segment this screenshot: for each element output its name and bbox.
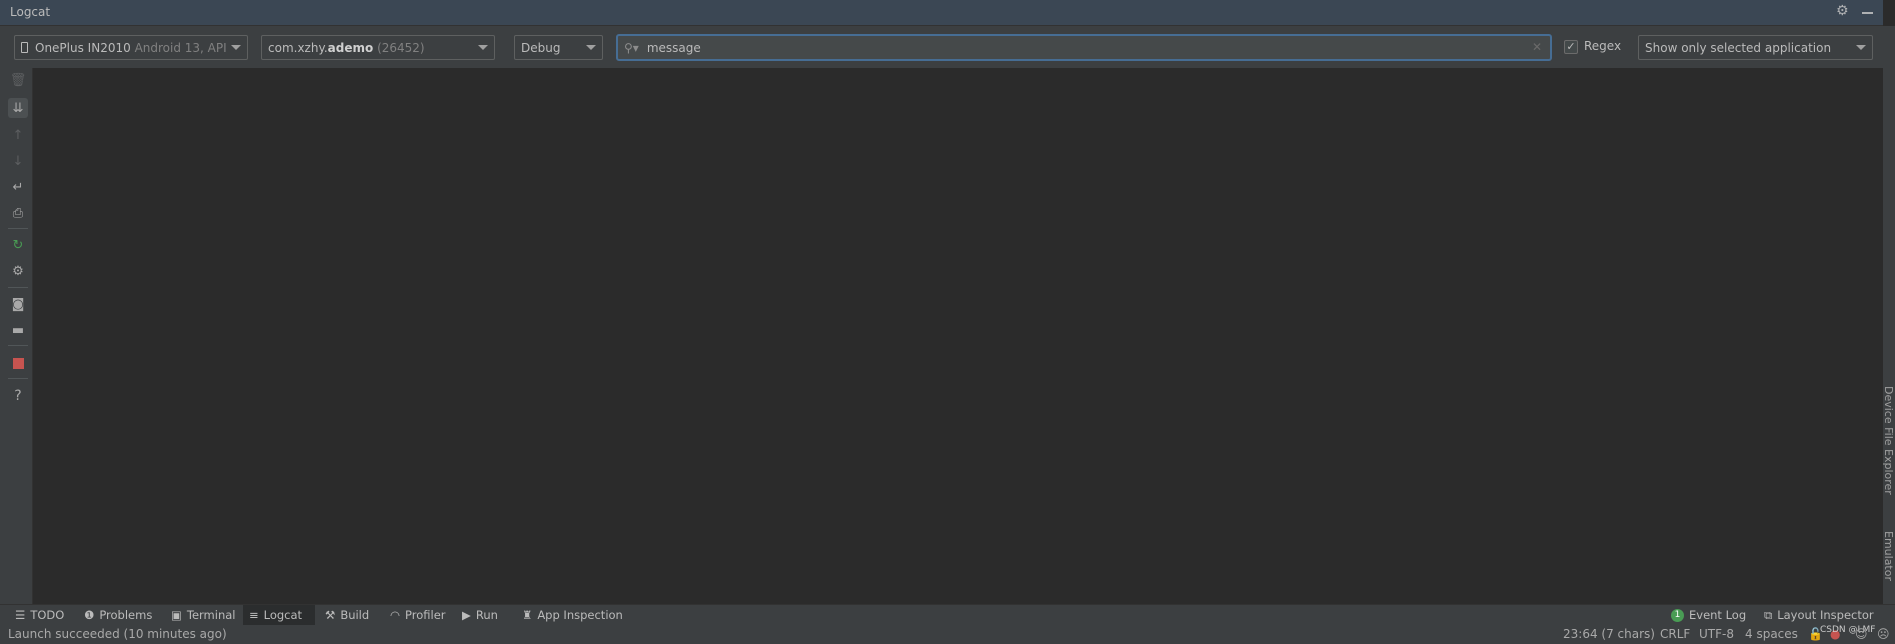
sad-face-icon[interactable]: ☹ bbox=[1877, 627, 1890, 641]
tab-todo[interactable]: ☰ TODO bbox=[9, 605, 70, 625]
layout-inspector-icon: ⧉ bbox=[1764, 607, 1773, 622]
tab-terminal[interactable]: ▣ Terminal bbox=[165, 605, 241, 625]
status-message[interactable]: Launch succeeded (10 minutes ago) bbox=[8, 627, 227, 641]
logcat-icon: ≡ bbox=[249, 608, 259, 622]
tab-label: Terminal bbox=[186, 608, 236, 622]
gear-icon[interactable]: ⚙ bbox=[1836, 3, 1849, 19]
search-field[interactable]: ⚲▾ ✕ bbox=[616, 34, 1552, 61]
filter-value: Show only selected application bbox=[1645, 40, 1832, 55]
chevron-down-icon bbox=[231, 45, 241, 50]
sidebar-item-emulator[interactable]: Emulator bbox=[1882, 531, 1895, 581]
arrow-up-icon[interactable]: ↑ bbox=[8, 125, 28, 145]
tab-problems[interactable]: ❶ Problems bbox=[78, 605, 158, 625]
tab-layout-inspector[interactable]: ⧉ Layout Inspector bbox=[1758, 605, 1880, 625]
process-selector[interactable]: com.xzhy. ademo (26452) bbox=[261, 35, 495, 60]
phone-icon bbox=[21, 42, 28, 53]
soft-wrap-icon[interactable]: ↵ bbox=[8, 177, 28, 197]
tab-label: Run bbox=[475, 608, 498, 622]
clear-icon[interactable]: ✕ bbox=[1532, 40, 1542, 54]
tab-label: Profiler bbox=[405, 608, 446, 622]
settings-icon[interactable]: ⚙ bbox=[8, 261, 28, 281]
device-name: OnePlus IN2010 bbox=[35, 40, 131, 55]
event-count-badge: 1 bbox=[1671, 608, 1684, 622]
terminal-icon: ▣ bbox=[171, 608, 182, 622]
minimize-icon[interactable] bbox=[1862, 12, 1873, 14]
tab-label: TODO bbox=[30, 608, 65, 622]
screenshot-icon[interactable]: ◙ bbox=[8, 294, 28, 314]
tab-label: Layout Inspector bbox=[1777, 608, 1874, 622]
bottom-tool-tabs: ☰ TODO ❶ Problems ▣ Terminal ≡ Logcat ⚒ Build… bbox=[0, 604, 1895, 625]
logcat-toolbar: OnePlus IN2010 Android 13, API com.xzhy.… bbox=[0, 26, 1883, 68]
caret-position[interactable]: 23:64 (7 chars) bbox=[1563, 627, 1655, 641]
play-icon: ▶ bbox=[462, 608, 471, 622]
scroll-to-end-icon[interactable]: ⇊ bbox=[8, 98, 28, 118]
log-level-value: Debug bbox=[521, 40, 561, 55]
device-selector[interactable]: OnePlus IN2010 Android 13, API bbox=[14, 35, 248, 60]
status-bar: Launch succeeded (10 minutes ago) 23:64 … bbox=[0, 625, 1895, 644]
tab-label: Build bbox=[340, 608, 370, 622]
inspection-icon: ♜ bbox=[522, 608, 533, 622]
tab-profiler[interactable]: ◠ Profiler bbox=[384, 605, 452, 625]
problems-icon: ❶ bbox=[84, 608, 95, 622]
regex-checkbox[interactable]: ✓ bbox=[1564, 40, 1578, 54]
hammer-icon: ⚒ bbox=[325, 608, 336, 622]
window-title: Logcat bbox=[10, 5, 51, 19]
line-separator[interactable]: CRLF bbox=[1660, 627, 1690, 641]
left-toolbar: 🗑 ⇊ ↑ ↓ ↵ ⎙ ↻ ⚙ ◙ ▬ ? bbox=[0, 68, 33, 604]
tab-run[interactable]: ▶ Run bbox=[456, 605, 504, 625]
device-detail: Android 13, API bbox=[134, 40, 227, 55]
search-icon: ⚲▾ bbox=[624, 40, 639, 55]
right-sidebar: Device File Explorer Emulator bbox=[1882, 26, 1895, 604]
tab-event-log[interactable]: 1 Event Log bbox=[1665, 605, 1752, 625]
regex-label: Regex bbox=[1584, 39, 1622, 53]
tab-label: Logcat bbox=[263, 608, 303, 622]
logcat-output[interactable] bbox=[33, 68, 1883, 604]
tab-app-inspection[interactable]: ♜ App Inspection bbox=[516, 605, 629, 625]
search-input[interactable] bbox=[646, 40, 1507, 55]
file-encoding[interactable]: UTF-8 bbox=[1699, 627, 1734, 641]
chevron-down-icon bbox=[586, 45, 596, 50]
help-icon[interactable]: ? bbox=[8, 386, 28, 406]
happy-face-icon[interactable]: ☺ bbox=[1855, 627, 1868, 641]
chevron-down-icon bbox=[478, 45, 488, 50]
log-level-selector[interactable]: Debug bbox=[514, 35, 603, 60]
package-prefix: com.xzhy. bbox=[268, 40, 328, 55]
tab-label: Event Log bbox=[1689, 608, 1747, 622]
chevron-down-icon bbox=[1856, 45, 1866, 50]
tab-label: App Inspection bbox=[537, 608, 623, 622]
print-icon[interactable]: ⎙ bbox=[8, 203, 28, 223]
package-name: ademo bbox=[327, 40, 374, 55]
tab-label: Problems bbox=[99, 608, 153, 622]
gauge-icon: ◠ bbox=[390, 608, 401, 622]
filter-selector[interactable]: Show only selected application bbox=[1638, 35, 1873, 60]
tab-logcat[interactable]: ≡ Logcat bbox=[243, 605, 315, 625]
screen-record-icon[interactable]: ▬ bbox=[8, 320, 28, 340]
stop-icon[interactable] bbox=[8, 353, 28, 373]
tab-build[interactable]: ⚒ Build bbox=[319, 605, 375, 625]
restart-icon[interactable]: ↻ bbox=[8, 235, 28, 255]
arrow-down-icon[interactable]: ↓ bbox=[8, 151, 28, 171]
process-pid: (26452) bbox=[377, 40, 425, 55]
title-bar: Logcat ⚙ bbox=[0, 0, 1883, 26]
list-icon: ☰ bbox=[15, 608, 26, 622]
trash-icon[interactable]: 🗑 bbox=[8, 70, 28, 90]
indent-setting[interactable]: 4 spaces bbox=[1745, 627, 1798, 641]
sidebar-item-device-file-explorer[interactable]: Device File Explorer bbox=[1882, 386, 1895, 495]
